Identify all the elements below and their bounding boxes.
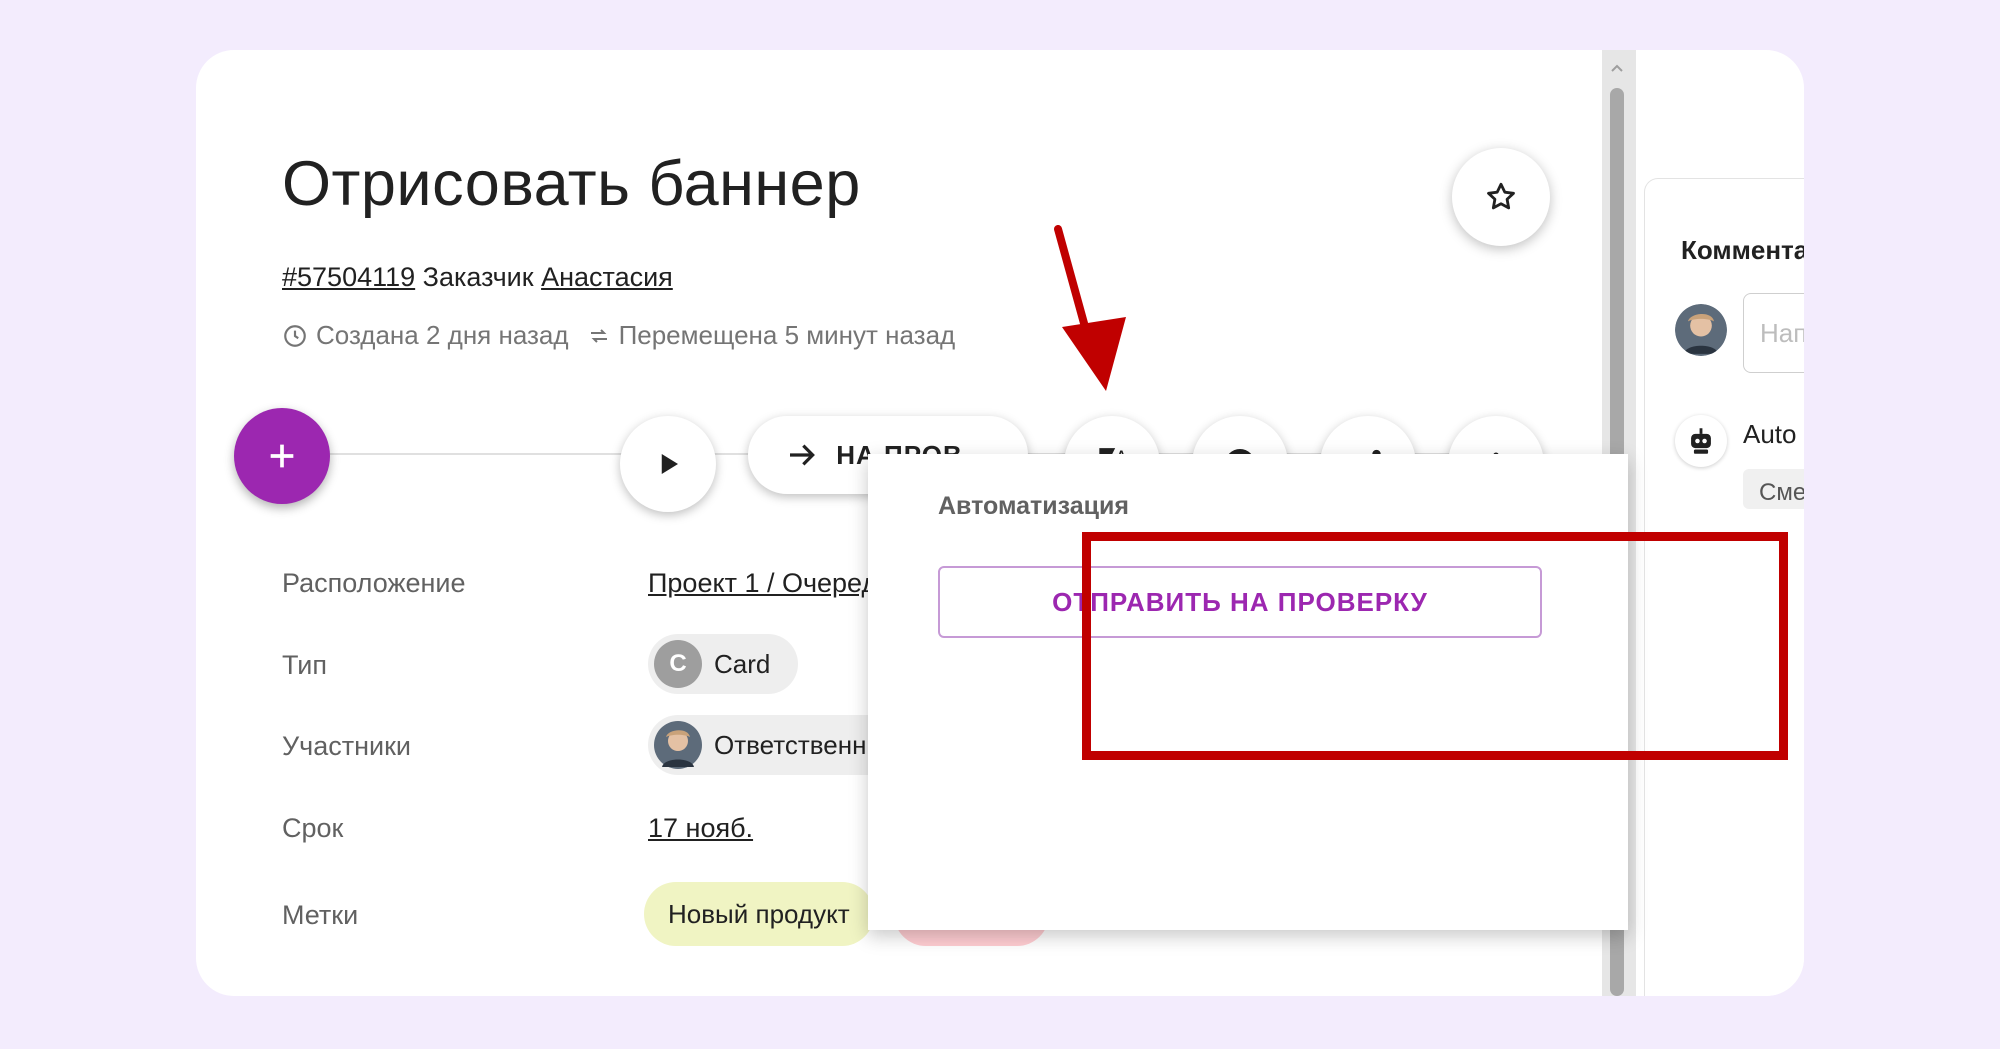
chevron-up-icon[interactable]	[1609, 60, 1625, 76]
location-label: Расположение	[282, 568, 466, 598]
task-meta: #57504119 Заказчик Анастасия	[282, 262, 673, 293]
play-icon	[661, 454, 678, 474]
due-date-link[interactable]: 17 нояб.	[648, 813, 753, 843]
tag-new-product[interactable]: Новый продукт	[644, 882, 874, 946]
type-avatar: C	[654, 640, 702, 688]
avatar	[654, 721, 702, 769]
comment-input[interactable]: Нап	[1743, 293, 1804, 373]
due-label: Срок	[282, 813, 344, 843]
add-button[interactable]	[234, 408, 330, 504]
moved-text: Перемещена 5 минут назад	[618, 320, 956, 350]
due-value: 17 нояб.	[648, 813, 753, 844]
avatar	[1675, 304, 1727, 356]
customer-link[interactable]: Анастасия	[541, 262, 673, 292]
comment-message: Сме	[1743, 469, 1804, 509]
robot-icon	[1675, 415, 1727, 467]
star-outline-icon	[1487, 182, 1515, 210]
tags-label: Метки	[282, 900, 359, 930]
members-label: Участники	[282, 731, 411, 761]
comments-title: Коммента	[1681, 235, 1804, 265]
comment-placeholder: Нап	[1760, 318, 1804, 348]
favorite-button[interactable]	[1452, 148, 1550, 246]
task-timestamps: Создана 2 дня назад Перемещена 5 минут н…	[282, 320, 955, 351]
highlight-frame	[1082, 532, 1788, 760]
plus-icon	[270, 444, 294, 468]
automation-menu-heading: Автоматизация	[938, 492, 1129, 520]
task-title[interactable]: Отрисовать баннер	[282, 148, 861, 220]
clock-icon	[284, 324, 306, 347]
type-label: Тип	[282, 650, 328, 680]
start-button[interactable]	[620, 416, 716, 512]
type-chip[interactable]: C Card	[648, 634, 798, 694]
swap-icon	[590, 328, 607, 343]
task-id-link[interactable]: #57504119	[282, 262, 415, 292]
comment-message-text: Сме	[1759, 479, 1804, 506]
comment-author: Auto	[1743, 419, 1797, 449]
customer-label: Заказчик	[422, 262, 534, 292]
arrow-right-icon	[790, 444, 816, 466]
created-text: Создана 2 дня назад	[316, 320, 569, 350]
type-value: Card	[714, 648, 771, 679]
location-link[interactable]: Проект 1 / Очередь	[648, 568, 891, 598]
annotation-arrow-icon	[1054, 225, 1126, 391]
